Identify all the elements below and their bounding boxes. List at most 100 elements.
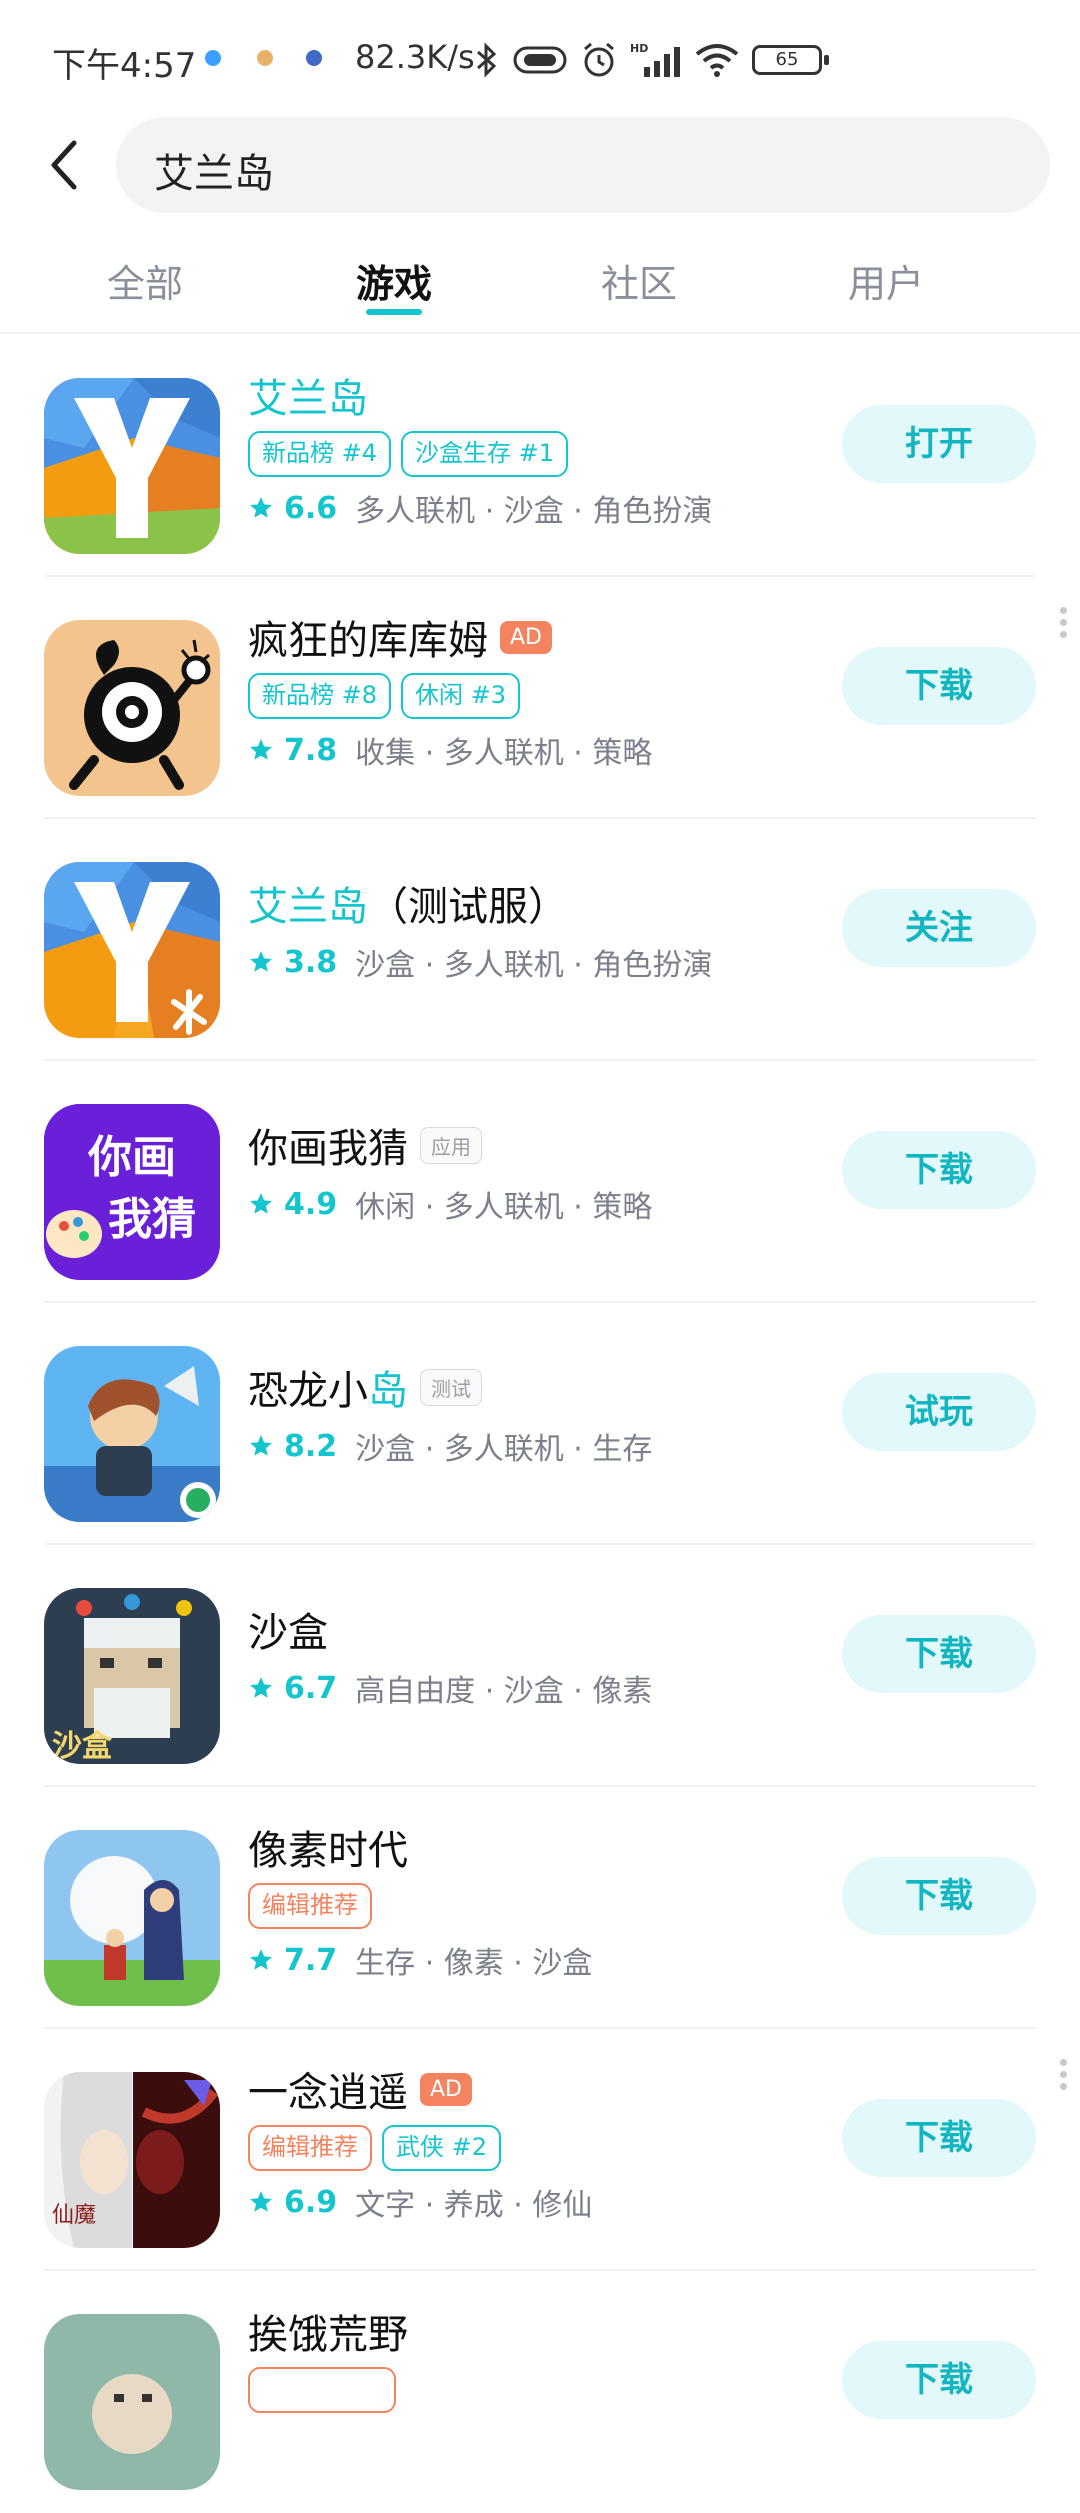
result-tabs: 全部 游戏 社区 用户 bbox=[0, 245, 1080, 330]
tab-all[interactable]: 全部 bbox=[45, 253, 245, 308]
follow-button[interactable]: 关注 bbox=[842, 889, 1036, 967]
app-icon-ailandao-test bbox=[44, 862, 220, 1038]
open-button[interactable]: 打开 bbox=[842, 405, 1036, 483]
editor-pick-tag: 编辑推荐 bbox=[248, 2125, 372, 2171]
rating: 3.8 bbox=[284, 944, 338, 980]
list-item[interactable]: 仙魔 一念逍遥 AD 编辑推荐 武侠 #2 6.9 文字 · 养成 · 修仙 下… bbox=[0, 2029, 1080, 2271]
list-item[interactable]: 像素时代 编辑推荐 7.7 生存 · 像素 · 沙盒 下载 bbox=[0, 1787, 1080, 2029]
download-button[interactable]: 下载 bbox=[842, 1615, 1036, 1693]
vibrate-icon bbox=[513, 46, 567, 74]
svg-text:沙盒: 沙盒 bbox=[52, 1729, 113, 1764]
rank-tag: 休闲 #3 bbox=[401, 673, 521, 719]
app-notification-icon bbox=[257, 50, 273, 66]
search-query: 艾兰岛 bbox=[154, 151, 274, 197]
download-button[interactable]: 下载 bbox=[842, 1131, 1036, 1209]
svg-text:HD: HD bbox=[630, 42, 648, 55]
ad-badge: AD bbox=[500, 620, 552, 654]
ad-badge: AD bbox=[420, 2072, 472, 2106]
app-name: 艾兰岛（测试服） bbox=[248, 884, 568, 930]
app-name: 疯狂的库库姆 bbox=[248, 618, 488, 664]
rank-tag: 武侠 #2 bbox=[382, 2125, 502, 2171]
app-icon-konglongxiaodao bbox=[44, 1346, 220, 1522]
svg-text:仙魔: 仙魔 bbox=[52, 2203, 96, 2228]
back-button[interactable] bbox=[34, 135, 94, 195]
categories: 多人联机 · 沙盒 · 角色扮演 bbox=[355, 494, 713, 529]
star-icon bbox=[250, 2191, 272, 2212]
download-button[interactable]: 下载 bbox=[842, 647, 1036, 725]
app-name: 艾兰岛 bbox=[248, 376, 368, 422]
download-button[interactable]: 下载 bbox=[842, 2341, 1036, 2419]
download-button[interactable]: 下载 bbox=[842, 1857, 1036, 1935]
categories: 高自由度 · 沙盒 · 像素 bbox=[355, 1674, 653, 1709]
type-badge: 测试 bbox=[420, 1368, 482, 1406]
active-tab-indicator bbox=[366, 309, 422, 315]
rank-tag: 新品榜 #8 bbox=[248, 673, 392, 719]
rating: 6.9 bbox=[284, 2184, 338, 2220]
app-name: 沙盒 bbox=[248, 1610, 328, 1656]
search-input[interactable]: 艾兰岛 bbox=[116, 117, 1050, 213]
svg-text:我猜: 我猜 bbox=[108, 1194, 196, 1245]
app-name: 恐龙小岛 bbox=[248, 1368, 408, 1414]
star-icon bbox=[250, 1193, 272, 1214]
list-item[interactable]: 艾兰岛 新品榜 #4 沙盒生存 #1 6.6 多人联机 · 沙盒 · 角色扮演 … bbox=[0, 335, 1080, 577]
status-time: 下午4:57 bbox=[52, 46, 197, 86]
app-name: 像素时代 bbox=[248, 1828, 408, 1874]
rating: 7.8 bbox=[284, 732, 338, 768]
hd-signal-icon: HD bbox=[630, 42, 680, 77]
battery-icon: 65 bbox=[752, 45, 829, 75]
svg-text:你画: 你画 bbox=[87, 1132, 176, 1183]
app-icon-kukumu bbox=[44, 620, 220, 796]
game-result-list: 艾兰岛 新品榜 #4 沙盒生存 #1 6.6 多人联机 · 沙盒 · 角色扮演 … bbox=[0, 335, 1080, 2513]
app-name: 一念逍遥 bbox=[248, 2070, 408, 2116]
editor-pick-tag bbox=[248, 2367, 396, 2413]
rating: 6.6 bbox=[284, 490, 338, 526]
app-icon-shahe: 沙盒 bbox=[44, 1588, 220, 1764]
status-bar: 下午4:57 82.3K/s HD 65 bbox=[0, 0, 1080, 120]
list-item[interactable]: 艾兰岛（测试服） 3.8 沙盒 · 多人联机 · 角色扮演 关注 bbox=[0, 819, 1080, 1061]
rating: 8.2 bbox=[284, 1428, 338, 1464]
rating: 7.7 bbox=[284, 1942, 338, 1978]
bluetooth-icon bbox=[477, 42, 497, 78]
star-icon bbox=[250, 1435, 272, 1456]
star-icon bbox=[250, 1949, 272, 1970]
categories: 沙盒 · 多人联机 · 角色扮演 bbox=[355, 948, 713, 983]
type-badge: 应用 bbox=[420, 1126, 482, 1164]
list-item[interactable]: 疯狂的库库姆 AD 新品榜 #8 休闲 #3 7.8 收集 · 多人联机 · 策… bbox=[0, 577, 1080, 819]
app-notification-icon bbox=[306, 50, 322, 66]
more-options-icon[interactable] bbox=[1058, 2059, 1068, 2095]
app-name: 挨饿荒野 bbox=[248, 2312, 408, 2358]
app-icon-yinianxiaoyao: 仙魔 bbox=[44, 2072, 220, 2248]
categories: 文字 · 养成 · 修仙 bbox=[355, 2188, 593, 2223]
star-icon bbox=[250, 739, 272, 760]
editor-pick-tag: 编辑推荐 bbox=[248, 1883, 372, 1929]
app-icon-aiehuangye bbox=[44, 2314, 220, 2490]
star-icon bbox=[250, 497, 272, 518]
tab-games[interactable]: 游戏 bbox=[294, 253, 494, 308]
list-item[interactable]: 恐龙小岛 测试 8.2 沙盒 · 多人联机 · 生存 试玩 bbox=[0, 1303, 1080, 1545]
search-header: 艾兰岛 bbox=[0, 115, 1080, 215]
list-item[interactable]: 挨饿荒野 下载 bbox=[0, 2271, 1080, 2513]
categories: 沙盒 · 多人联机 · 生存 bbox=[355, 1432, 653, 1467]
alarm-icon bbox=[584, 42, 614, 77]
star-icon bbox=[250, 951, 272, 972]
app-icon-ailandao bbox=[44, 378, 220, 554]
app-icon-nihuawocai: 你画 我猜 bbox=[44, 1104, 220, 1280]
more-options-icon[interactable] bbox=[1058, 607, 1068, 643]
chevron-left-icon bbox=[51, 140, 77, 190]
tab-users[interactable]: 用户 bbox=[786, 253, 986, 308]
rating: 6.7 bbox=[284, 1670, 338, 1706]
wifi-icon bbox=[695, 44, 739, 77]
list-item[interactable]: 你画 我猜 你画我猜 应用 4.9 休闲 · 多人联机 · 策略 下载 bbox=[0, 1061, 1080, 1303]
try-play-button[interactable]: 试玩 bbox=[842, 1373, 1036, 1451]
rank-tag: 新品榜 #4 bbox=[248, 431, 392, 477]
tab-community[interactable]: 社区 bbox=[539, 253, 739, 308]
rating: 4.9 bbox=[284, 1186, 338, 1222]
network-speed: 82.3K/s bbox=[355, 38, 475, 76]
categories: 休闲 · 多人联机 · 策略 bbox=[355, 1190, 653, 1225]
download-button[interactable]: 下载 bbox=[842, 2099, 1036, 2177]
categories: 收集 · 多人联机 · 策略 bbox=[355, 736, 653, 771]
tabs-divider bbox=[0, 332, 1080, 334]
list-item[interactable]: 沙盒 沙盒 6.7 高自由度 · 沙盒 · 像素 下载 bbox=[0, 1545, 1080, 1787]
star-icon bbox=[250, 1677, 272, 1698]
rank-tag: 沙盒生存 #1 bbox=[401, 431, 569, 477]
